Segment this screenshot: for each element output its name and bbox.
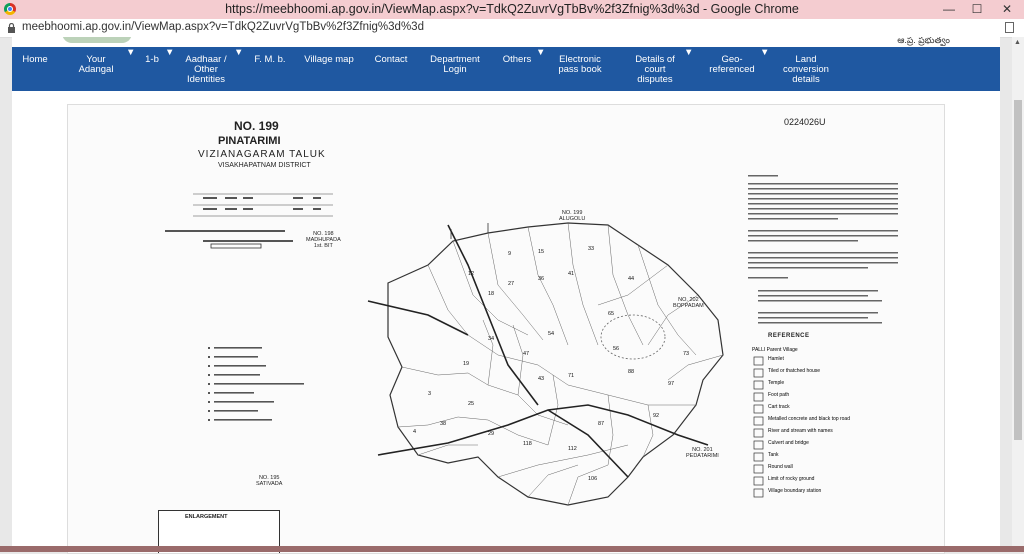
svg-text:15: 15: [538, 249, 544, 255]
svg-text:27: 27: [508, 281, 514, 287]
svg-text:3: 3: [428, 391, 431, 397]
nav-electronic-pass-book[interactable]: Electronic pass book: [554, 55, 606, 99]
address-bar[interactable]: meebhoomi.ap.gov.in/ViewMap.aspx?v=TdkQ2…: [0, 19, 1024, 38]
ref-item: Tiled or thatched house: [768, 368, 821, 374]
svg-text:44: 44: [628, 276, 634, 282]
main-nav: Home Your Adangal ▼ 1-b ▼ Aadhaar / Othe…: [12, 47, 1000, 91]
reference-title: REFERENCE: [768, 333, 810, 339]
svg-text:25: 25: [468, 401, 474, 407]
page-info-icon[interactable]: [1005, 22, 1014, 33]
govt-logo: [62, 37, 132, 43]
svg-text:118: 118: [523, 441, 532, 447]
nav-department-login[interactable]: Department Login: [426, 55, 484, 99]
nav-others[interactable]: Others: [500, 55, 534, 99]
nav-village-map[interactable]: Village map: [304, 55, 354, 99]
ref-item: Tank: [768, 452, 779, 458]
ref-item: Hamlet: [768, 356, 784, 362]
adjacent-southwest: NO. 195 SATIVADA: [256, 475, 283, 487]
svg-text:112: 112: [568, 446, 577, 452]
svg-text:36: 36: [538, 276, 544, 282]
chevron-down-icon: ▼: [536, 47, 546, 58]
svg-text:71: 71: [568, 373, 574, 379]
svg-text:92: 92: [653, 413, 659, 419]
adjacent-southeast: NO. 201 PEDATARIMI: [686, 447, 719, 459]
reference-symbols: [753, 356, 764, 498]
site-banner: ఆ.ప్ర. ప్రభుత్వం: [12, 37, 1000, 47]
lock-icon: [8, 23, 15, 33]
chevron-down-icon: ▼: [165, 47, 175, 58]
adjacent-east: NO. 202 BOPPADAM: [673, 297, 704, 309]
page-scrollbar[interactable]: ▲: [1012, 37, 1024, 552]
maximize-button[interactable]: ☐: [964, 0, 990, 19]
taskbar: [0, 546, 1024, 552]
close-button[interactable]: ✕: [994, 0, 1020, 19]
ref-item: River and stream with names: [768, 428, 833, 434]
svg-text:43: 43: [538, 376, 544, 382]
svg-text:56: 56: [613, 346, 619, 352]
svg-text:19: 19: [463, 361, 469, 367]
ref-item: Cart track: [768, 404, 790, 410]
svg-text:4: 4: [413, 429, 416, 435]
svg-text:54: 54: [548, 331, 554, 337]
svg-text:47: 47: [523, 351, 529, 357]
adjacent-northwest: NO. 198 MADHUPADA 1st. BIT: [306, 231, 341, 249]
svg-text:29: 29: [488, 431, 494, 437]
ref-item: Village boundary station: [768, 488, 822, 494]
svg-text:106: 106: [588, 476, 597, 482]
ref-item: Round wall: [768, 464, 793, 470]
svg-text:88: 88: [628, 369, 634, 375]
adjacent-north: NO. 199 ALUGOLU: [559, 210, 586, 222]
chevron-down-icon: ▼: [234, 47, 244, 58]
svg-text:12: 12: [468, 271, 474, 277]
window-title: https://meebhoomi.ap.gov.in/ViewMap.aspx…: [225, 2, 799, 16]
chevron-down-icon: ▼: [126, 47, 136, 58]
nav-fmb[interactable]: F. M. b.: [252, 55, 288, 99]
hamlet-list: [208, 347, 304, 421]
svg-text:65: 65: [608, 311, 614, 317]
svg-text:34: 34: [488, 336, 494, 342]
nav-geo-referenced[interactable]: Geo- referenced: [706, 55, 758, 99]
ref-item: Culvert and bridge: [768, 440, 809, 446]
svg-text:38: 38: [440, 421, 446, 427]
url-text[interactable]: meebhoomi.ap.gov.in/ViewMap.aspx?v=TdkQ2…: [22, 21, 424, 33]
nav-your-adangal[interactable]: Your Adangal: [74, 55, 118, 99]
reference-legend: PALLI Parent Village Hamlet Tiled or tha…: [752, 347, 932, 500]
village-map-image: NO. 199 PINATARIMI VIZIANAGARAM TALUK VI…: [67, 104, 945, 554]
ref-item: Foot path: [768, 392, 790, 398]
scroll-up-arrow-icon[interactable]: ▲: [1014, 39, 1021, 46]
ref-item: Temple: [768, 380, 785, 386]
scrollbar-thumb[interactable]: [1014, 100, 1022, 440]
enlargement-title: ENLARGEMENT: [185, 514, 228, 520]
nav-home[interactable]: Home: [22, 55, 48, 99]
banner-text: ఆ.ప్ర. ప్రభుత్వం: [897, 37, 950, 45]
svg-text:87: 87: [598, 421, 604, 427]
svg-text:73: 73: [683, 351, 689, 357]
map-notes: [748, 175, 898, 324]
window-titlebar: https://meebhoomi.ap.gov.in/ViewMap.aspx…: [0, 0, 1024, 19]
nav-land-conversion[interactable]: Land conversion details: [776, 55, 836, 99]
ref-item: Metalled concrete and black top road: [768, 416, 850, 422]
nav-aadhaar[interactable]: Aadhaar / Other Identities: [182, 55, 230, 99]
chevron-down-icon: ▼: [760, 47, 770, 58]
svg-text:18: 18: [488, 291, 494, 297]
svg-text:9: 9: [508, 251, 511, 257]
nav-court-disputes[interactable]: Details of court disputes: [628, 55, 682, 99]
ref-item: Limit of rocky ground: [768, 476, 815, 482]
ref-item: PALLI Parent Village: [752, 347, 798, 353]
nav-1b[interactable]: 1-b: [142, 55, 162, 99]
nav-contact[interactable]: Contact: [372, 55, 410, 99]
svg-text:33: 33: [588, 246, 594, 252]
svg-text:41: 41: [568, 271, 574, 277]
chevron-down-icon: ▼: [684, 47, 694, 58]
svg-text:97: 97: [668, 381, 674, 387]
minimize-button[interactable]: —: [936, 0, 962, 19]
